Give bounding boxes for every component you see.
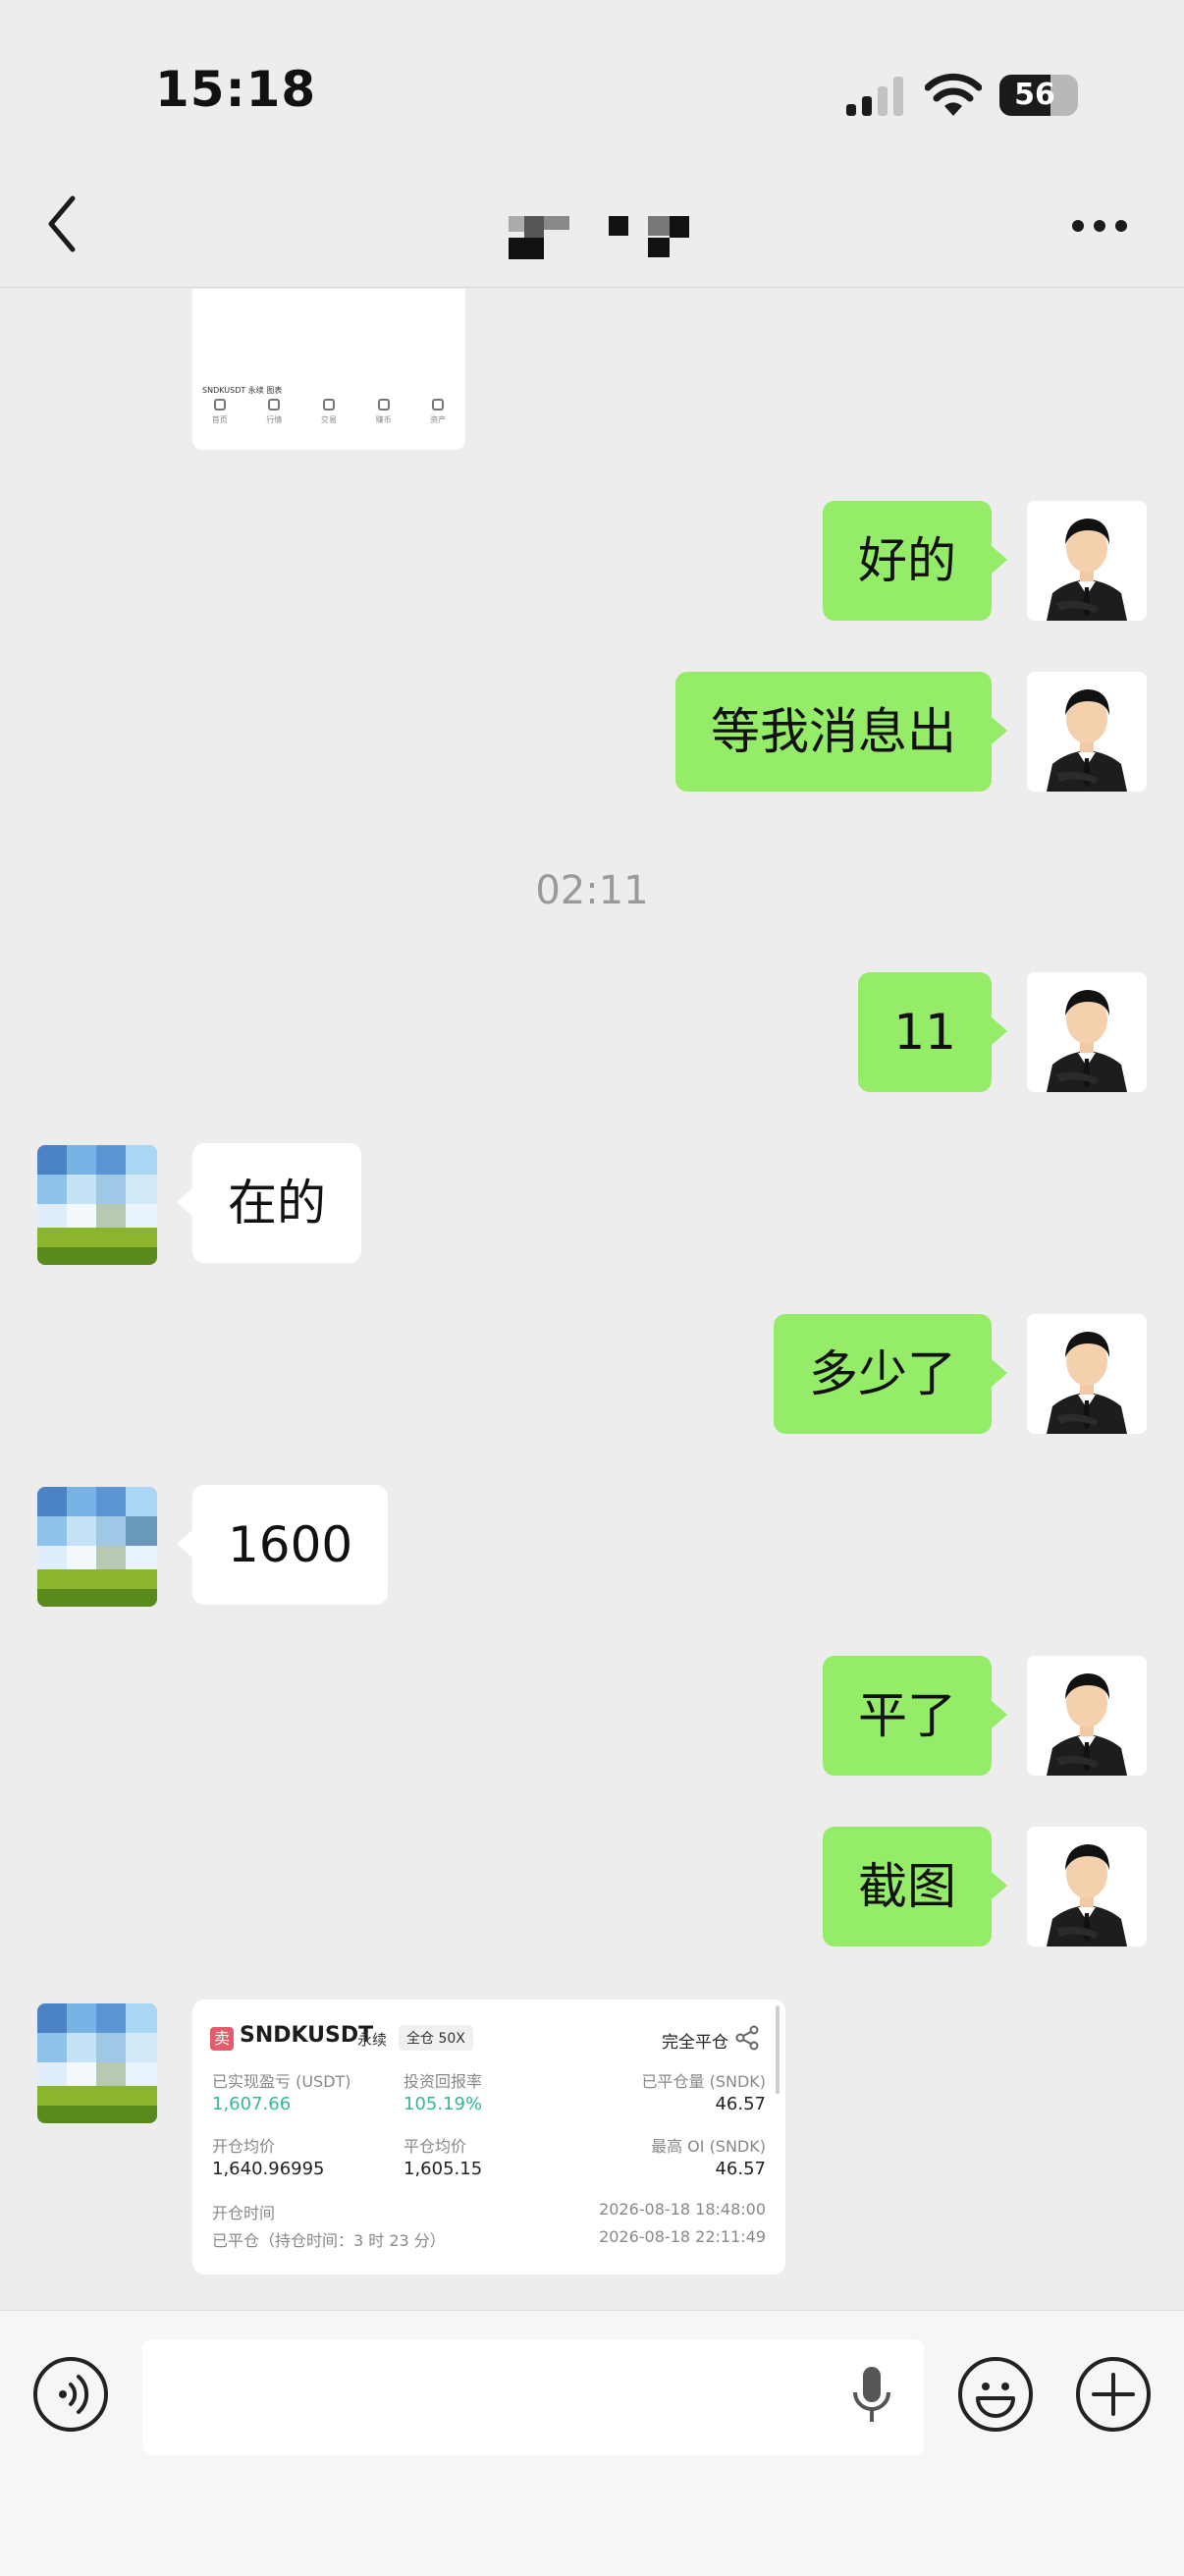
card-title: SNDKUSDT 永续 图表: [202, 386, 283, 395]
pixelated-avatar-icon: [37, 2003, 157, 2123]
my-avatar[interactable]: [1027, 1827, 1147, 1946]
open-avg-value: 1,640.96995: [212, 2159, 325, 2179]
wifi-icon: [925, 73, 982, 116]
close-avg-value: 1,605.15: [404, 2159, 483, 2179]
my-avatar[interactable]: [1027, 501, 1147, 621]
my-avatar[interactable]: [1027, 672, 1147, 792]
message-bubble-sent[interactable]: 11: [858, 972, 1007, 1092]
contact-avatar[interactable]: [37, 1487, 157, 1607]
message-text: 1600: [228, 1516, 353, 1573]
card-nav: 首页 行情 交易 赚币 资产: [192, 399, 465, 438]
open-time-label: 开仓时间: [212, 2204, 276, 2222]
roi-label: 投资回报率: [404, 2072, 483, 2091]
card-nav-item: 资产: [423, 399, 453, 438]
microphone-icon[interactable]: [847, 2363, 896, 2432]
max-oi-label: 最高 OI (SNDK): [651, 2137, 766, 2156]
card-scrollbar: [776, 2005, 780, 2094]
contact-avatar[interactable]: [37, 1145, 157, 1265]
businessman-avatar-icon: [1027, 1827, 1147, 1946]
message-bubble-sent[interactable]: 平了: [823, 1656, 1007, 1776]
cellular-signal-icon: [846, 77, 903, 116]
ellipsis-icon[interactable]: [1070, 218, 1129, 234]
realized-pnl-value: 1,607.66: [212, 2094, 292, 2114]
message-text: 11: [893, 1004, 956, 1061]
message-bubble-received[interactable]: 1600: [177, 1485, 389, 1605]
message-text: 多少了: [809, 1345, 956, 1402]
businessman-avatar-icon: [1027, 501, 1147, 621]
chevron-left-icon[interactable]: [43, 192, 82, 255]
my-avatar[interactable]: [1027, 1314, 1147, 1434]
message-text: 在的: [228, 1175, 326, 1232]
voice-icon[interactable]: [33, 2357, 108, 2432]
message-text: 平了: [858, 1687, 956, 1744]
message-text: 等我消息出: [711, 703, 956, 760]
battery-indicator: 56: [999, 75, 1078, 116]
message-bubble-sent[interactable]: 好的: [823, 501, 1007, 621]
card-nav-item: 赚币: [369, 399, 399, 438]
closed-time-value: 2026-08-18 22:11:49: [599, 2227, 766, 2246]
message-text: 好的: [858, 532, 956, 589]
message-bubble-received[interactable]: 在的: [177, 1143, 361, 1263]
chat-title-pixelated: [491, 204, 707, 259]
trade-screenshot-card[interactable]: 卖 SNDKUSDT 永续 全仓 50X 完全平仓 已实现盈亏 (USDT) 1…: [192, 2000, 785, 2275]
message-bubble-sent[interactable]: 截图: [823, 1827, 1007, 1946]
businessman-avatar-icon: [1027, 672, 1147, 792]
businessman-avatar-icon: [1027, 1314, 1147, 1434]
trade-symbol: SNDKUSDT: [240, 2023, 374, 2048]
share-icon: [735, 2025, 759, 2051]
perpetual-tag: 永续: [357, 2031, 388, 2049]
message-text: 截图: [858, 1858, 956, 1915]
businessman-avatar-icon: [1027, 1656, 1147, 1776]
roi-value: 105.19%: [404, 2094, 483, 2114]
close-type: 完全平仓: [662, 2033, 728, 2053]
my-avatar[interactable]: [1027, 972, 1147, 1092]
plus-icon[interactable]: [1076, 2357, 1151, 2432]
pixelated-avatar-icon: [37, 1487, 157, 1607]
status-time: 15:18: [155, 61, 317, 118]
message-input[interactable]: [142, 2339, 924, 2455]
header-divider: [0, 287, 1184, 288]
message-bubble-sent[interactable]: 多少了: [774, 1314, 1007, 1434]
closed-qty-label: 已平仓量 (SNDK): [641, 2072, 766, 2091]
card-nav-item: 交易: [314, 399, 344, 438]
message-bubble-sent[interactable]: 等我消息出: [675, 672, 1007, 792]
card-nav-item: 行情: [259, 399, 289, 438]
margin-tag: 全仓 50X: [399, 2025, 473, 2051]
businessman-avatar-icon: [1027, 972, 1147, 1092]
pixelated-avatar-icon: [37, 1145, 157, 1265]
closed-label: 已平仓（持仓时间：3 时 23 分）: [212, 2231, 446, 2250]
card-nav-item: 首页: [205, 399, 235, 438]
max-oi-value: 46.57: [715, 2159, 766, 2179]
battery-level: 56: [1014, 78, 1055, 112]
contact-avatar[interactable]: [37, 2003, 157, 2123]
emoji-icon[interactable]: [958, 2357, 1033, 2432]
open-avg-label: 开仓均价: [212, 2137, 276, 2156]
shared-image-card[interactable]: SNDKUSDT 永续 图表 首页 行情 交易 赚币 资产: [192, 289, 465, 450]
time-divider: 02:11: [535, 868, 649, 913]
closed-qty-value: 46.57: [715, 2094, 766, 2114]
sell-badge: 卖: [210, 2027, 234, 2051]
realized-pnl-label: 已实现盈亏 (USDT): [212, 2072, 351, 2091]
my-avatar[interactable]: [1027, 1656, 1147, 1776]
close-avg-label: 平仓均价: [404, 2137, 467, 2156]
open-time-value: 2026-08-18 18:48:00: [599, 2200, 766, 2219]
